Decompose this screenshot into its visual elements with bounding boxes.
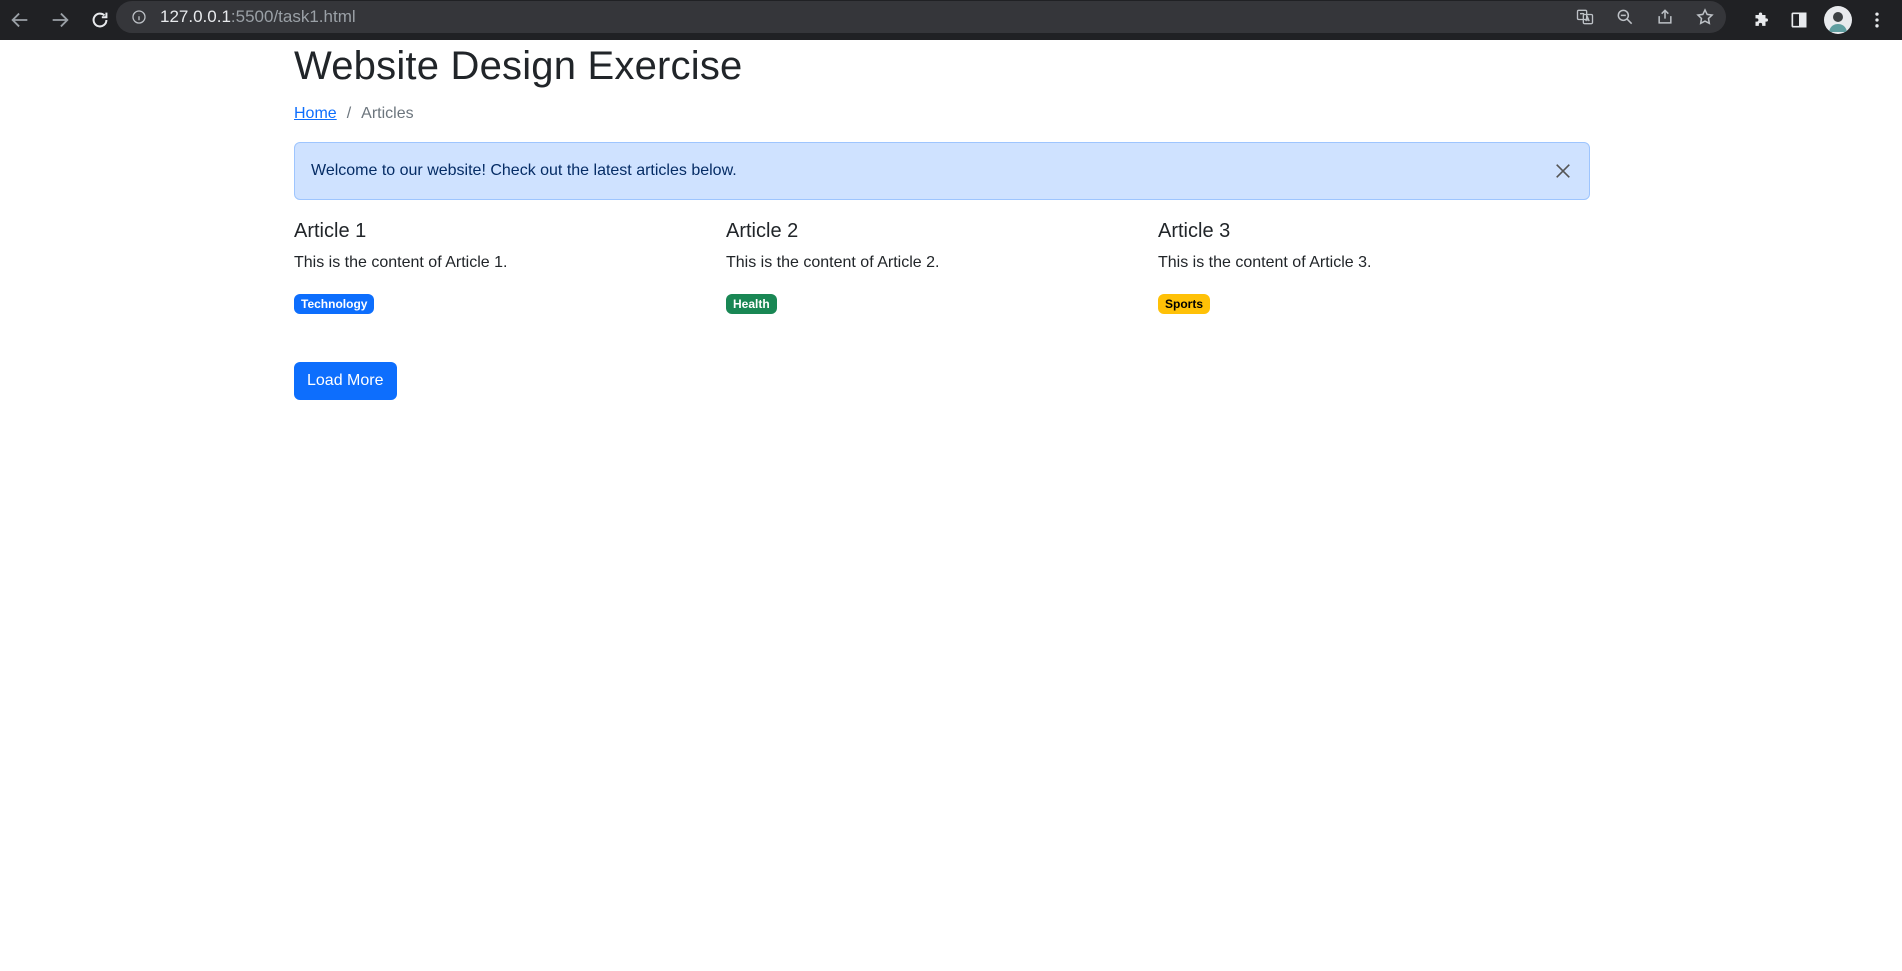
url-path: :5500/task1.html [230,7,356,26]
category-badge: Sports [1158,294,1211,314]
avatar[interactable] [1824,6,1852,34]
reload-icon[interactable] [80,0,120,40]
article-list: Article 1 This is the content of Article… [294,218,1590,314]
breadcrumb-home-link[interactable]: Home [294,105,337,123]
zoom-out-icon[interactable] [1614,6,1636,28]
page-title: Website Design Exercise [294,44,743,88]
side-panel-icon[interactable] [1788,9,1810,31]
article-title: Article 1 [294,220,367,242]
share-icon[interactable] [1654,6,1676,28]
translate-icon[interactable] [1574,6,1596,28]
back-icon[interactable] [0,0,40,40]
welcome-alert: Welcome to our website! Check out the la… [294,142,1590,200]
breadcrumb-separator: / [346,105,352,122]
breadcrumb: Home / Articles [294,102,1590,126]
category-badge: Technology [294,294,375,314]
close-icon[interactable] [1551,159,1575,183]
bookmark-star-icon[interactable] [1694,6,1716,28]
extensions-icon[interactable] [1752,9,1774,31]
load-more-button[interactable]: Load More [294,362,397,400]
article-content: This is the content of Article 3. [1158,254,1372,271]
breadcrumb-current: Articles [361,105,414,122]
category-badge: Health [726,294,777,314]
article-card: Article 1 This is the content of Article… [294,218,726,314]
browser-toolbar: 127.0.0.1:5500/task1.html [0,0,1902,40]
alert-message: Welcome to our website! Check out the la… [311,162,737,179]
article-content: This is the content of Article 1. [294,254,508,271]
article-content: This is the content of Article 2. [726,254,940,271]
forward-icon[interactable] [40,0,80,40]
address-bar[interactable]: 127.0.0.1:5500/task1.html [116,1,1726,33]
url-host: 127.0.0.1 [160,7,231,26]
article-title: Article 3 [1158,220,1231,242]
article-title: Article 2 [726,220,799,242]
page-container: Website Design Exercise Home / Articles … [294,40,1590,400]
article-card: Article 2 This is the content of Article… [726,218,1158,314]
menu-icon[interactable] [1866,9,1888,31]
article-card: Article 3 This is the content of Article… [1158,218,1590,314]
site-info-icon[interactable] [130,8,148,26]
